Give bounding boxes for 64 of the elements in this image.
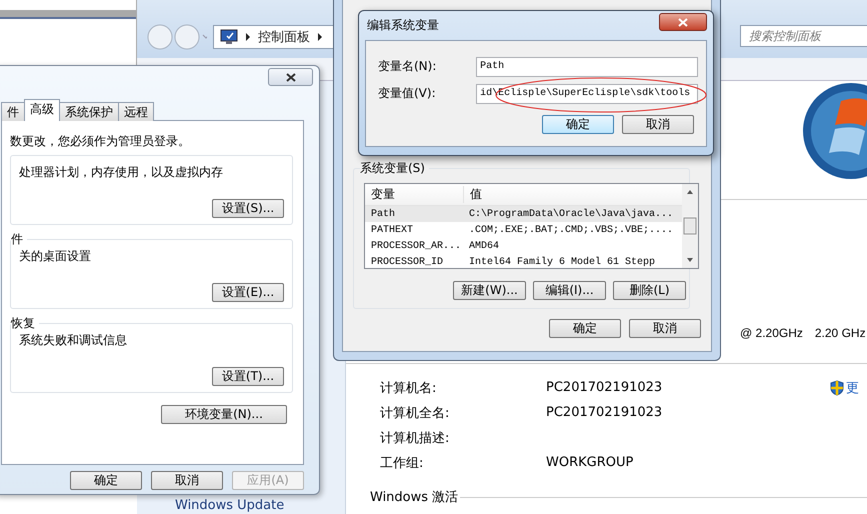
- table-cell-text: .COM;.EXE;.BAT;.CMD;.VBS;.VBE;....: [468, 224, 674, 236]
- field-value: PC201702191023: [546, 405, 664, 420]
- environment-variables-button[interactable]: 环境变量(N)...: [161, 405, 287, 424]
- group-description: 关的桌面设置: [19, 248, 92, 265]
- field-label: 计算机描述:: [380, 430, 450, 446]
- dialog-button[interactable]: 取消: [151, 471, 223, 490]
- table-cell-text: C:\ProgramData\Oracle\Java\java...: [468, 208, 674, 220]
- close-button[interactable]: [659, 13, 707, 31]
- list-action-button[interactable]: 新建(W)...: [453, 281, 526, 300]
- list-row[interactable]: PROCESSOR_ID Intel64 Family 6 Model 61 Stepp: [365, 254, 682, 268]
- chevron-right-icon: [245, 33, 251, 41]
- field-label: 工作组:: [380, 454, 424, 472]
- field-value: PC201702191023: [546, 380, 664, 395]
- search-field[interactable]: 搜索控制面板: [740, 25, 867, 47]
- field-label: 计算机名:: [380, 380, 438, 396]
- processor-speed: @ 2.20GHz: [740, 326, 803, 340]
- group-description: 系统失败和调试信息: [19, 332, 128, 349]
- change-settings-link[interactable]: 更: [846, 378, 859, 396]
- breadcrumb-item[interactable]: 控制面板: [258, 28, 310, 46]
- dialog-button[interactable]: 取消: [622, 115, 694, 134]
- close-icon: [678, 18, 688, 26]
- table-cell-text: Path: [370, 208, 396, 220]
- group-title: 恢复: [11, 315, 39, 332]
- list-row[interactable]: PROCESSOR_AR... AMD64: [365, 238, 682, 254]
- processor-speed: 2.20 GHz: [814, 326, 866, 340]
- group-title: 系统变量(S): [360, 160, 429, 177]
- field-label: 变量值(V):: [378, 85, 437, 102]
- nav-link[interactable]: Windows Update: [175, 498, 284, 513]
- table-cell-text: PATHEXT: [370, 224, 414, 236]
- field-label: 变量名(N):: [378, 58, 438, 75]
- list-row[interactable]: PATHEXT .COM;.EXE;.BAT;.CMD;.VBS;.VBE;....: [365, 222, 682, 238]
- tab[interactable]: 高级: [24, 99, 60, 121]
- table-cell-text: AMD64: [468, 240, 500, 252]
- tab[interactable]: 件: [1, 102, 25, 121]
- settings-button[interactable]: 设置(S)...: [212, 199, 284, 218]
- column-header[interactable]: 值: [464, 186, 482, 203]
- settings-button[interactable]: 设置(E)...: [212, 283, 284, 302]
- list-action-button[interactable]: 编辑(I)...: [533, 281, 606, 300]
- window-title: 编辑系统变量: [367, 17, 439, 34]
- list-action-button[interactable]: 删除(L): [613, 281, 686, 300]
- dialog-button[interactable]: 确定: [70, 471, 142, 490]
- section-heading: Windows 激活: [370, 489, 458, 506]
- close-icon: [286, 72, 296, 82]
- column-header[interactable]: 变量: [365, 186, 464, 203]
- table-cell-text: PROCESSOR_AR...: [370, 240, 462, 252]
- table-cell-text: Intel64 Family 6 Model 61 Stepp: [468, 256, 656, 268]
- dialog-button[interactable]: 确定: [542, 115, 614, 134]
- text-field[interactable]: Path: [476, 56, 698, 76]
- dialog-button[interactable]: 确定: [549, 319, 621, 338]
- chevron-right-icon: [317, 33, 323, 41]
- group-title: 件: [11, 231, 27, 248]
- tab[interactable]: 系统保护: [59, 102, 119, 121]
- settings-button[interactable]: 设置(T)...: [212, 367, 284, 386]
- group-description: 处理器计划，内存使用，以及虚拟内存: [19, 164, 224, 181]
- close-button[interactable]: [268, 68, 313, 86]
- field-label: 计算机全名:: [380, 404, 450, 422]
- notice-text: 数更改，您必须作为管理员登录。: [10, 133, 191, 150]
- dialog-button[interactable]: 取消: [629, 319, 701, 338]
- monitor-icon: [220, 29, 238, 45]
- list-row[interactable]: Path C:\ProgramData\Oracle\Java\java...: [365, 206, 682, 222]
- table-cell-text: PROCESSOR_ID: [370, 256, 444, 268]
- shield-icon: [830, 380, 844, 396]
- tab[interactable]: 远程: [118, 102, 154, 121]
- field-value: WORKGROUP: [546, 455, 634, 470]
